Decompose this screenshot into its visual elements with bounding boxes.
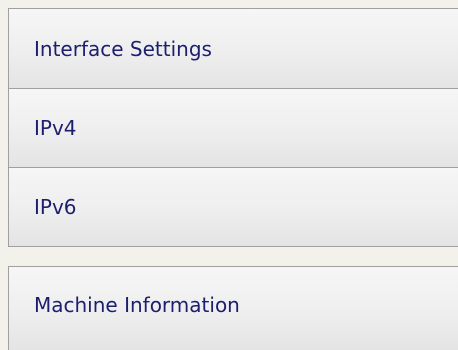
menu-item-ipv6[interactable]: IPv6 xyxy=(9,167,458,246)
menu-item-label: IPv6 xyxy=(34,195,77,219)
settings-menu-panel: Interface Settings IPv4 IPv6 Machine Inf… xyxy=(0,0,458,350)
menu-item-label: IPv4 xyxy=(34,116,77,140)
menu-item-machine-information[interactable]: Machine Information xyxy=(9,267,458,350)
menu-item-label: Interface Settings xyxy=(34,36,212,61)
menu-item-interface-settings[interactable]: Interface Settings xyxy=(9,9,458,88)
network-menu-group: Interface Settings IPv4 IPv6 xyxy=(8,8,458,247)
menu-item-ipv4[interactable]: IPv4 xyxy=(9,88,458,167)
menu-item-label: Machine Information xyxy=(34,293,240,317)
machine-menu-group: Machine Information xyxy=(8,266,458,350)
